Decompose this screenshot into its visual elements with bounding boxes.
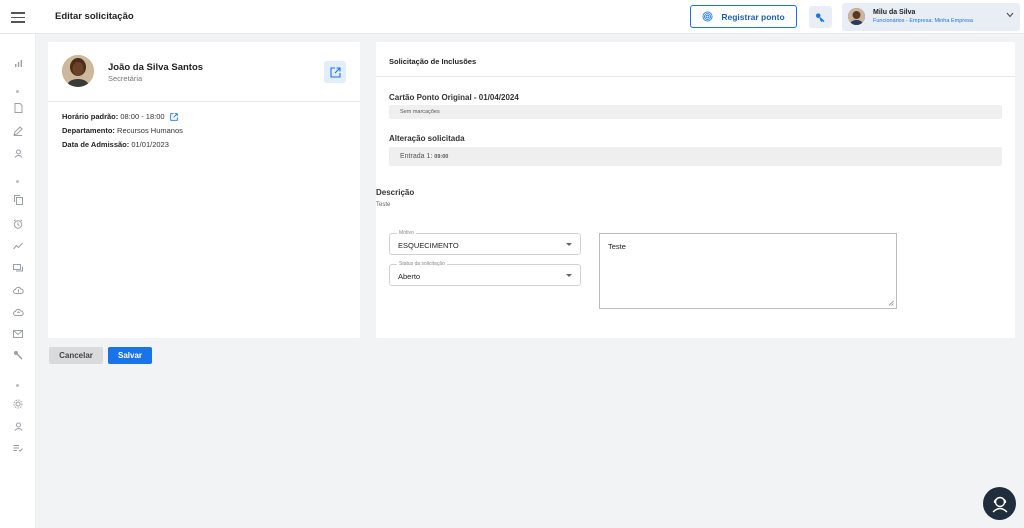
divider (376, 76, 1015, 77)
avatar (848, 8, 865, 25)
fingerprint-icon (702, 11, 713, 22)
trend-icon[interactable] (10, 239, 26, 253)
chat-icon[interactable] (10, 261, 26, 275)
menu-icon[interactable] (10, 9, 26, 25)
department-row: Departamento: Recursos Humanos (62, 126, 183, 135)
employee-photo (62, 55, 94, 87)
schedule-value: 08:00 - 18:00 (120, 112, 165, 121)
comment-text: Teste (608, 242, 626, 251)
register-time-button[interactable]: Registrar ponto (690, 5, 797, 28)
department-label: Departamento: (62, 126, 115, 135)
save-button[interactable]: Salvar (108, 347, 152, 364)
divider (48, 101, 360, 102)
key-button[interactable] (809, 6, 832, 28)
sidebar-separator (16, 180, 19, 183)
dropdown-arrow-icon (566, 243, 572, 246)
support-button[interactable] (983, 487, 1016, 520)
pen-icon[interactable] (10, 124, 26, 138)
original-card-value-box: Sem marcações (389, 105, 1002, 119)
register-time-label: Registrar ponto (721, 11, 785, 22)
user-company: Funcionários - Empresa: Minha Empresa (873, 18, 973, 24)
original-card-label: Cartão Ponto Original - 01/04/2024 (389, 93, 519, 102)
alarm-icon[interactable] (10, 217, 26, 231)
admission-value: 01/01/2023 (131, 140, 169, 149)
schedule-label: Horário padrão: (62, 112, 119, 121)
page-title: Editar solicitação (55, 11, 134, 22)
status-select[interactable]: Status da solicitação Aberto (389, 261, 581, 286)
admission-row: Data de Admissão: 01/01/2023 (62, 140, 169, 149)
mail-icon[interactable] (10, 327, 26, 341)
user-icon[interactable] (10, 419, 26, 433)
key-icon[interactable] (10, 348, 26, 362)
cancel-button[interactable]: Cancelar (49, 347, 103, 364)
reason-legend: Motivo (397, 230, 416, 236)
request-title: Solicitação de Inclusões (389, 57, 477, 66)
sidebar (0, 34, 36, 528)
checklist-icon[interactable] (10, 441, 26, 455)
copy-icon[interactable] (10, 193, 26, 207)
requested-change-box: Entrada 1: 09:00 (389, 147, 1002, 166)
employee-role: Secretária (108, 74, 143, 83)
top-bar: Editar solicitação Registrar ponto Milu … (0, 0, 1024, 34)
chart-icon[interactable] (10, 56, 26, 70)
gear-icon[interactable] (10, 397, 26, 411)
dropdown-arrow-icon (566, 274, 572, 277)
employee-name: João da Silva Santos (108, 62, 204, 73)
sidebar-separator (16, 384, 19, 387)
open-profile-button[interactable] (324, 61, 346, 83)
requested-change-label: Alteração solicitada (389, 134, 465, 143)
support-agent-icon (992, 496, 1007, 513)
comment-textarea[interactable]: Teste (599, 233, 897, 309)
description-value: Teste (376, 202, 391, 208)
key-icon (815, 12, 825, 22)
chevron-down-icon (1006, 12, 1014, 18)
user-name: Milu da Silva (873, 9, 916, 16)
external-link-icon (329, 66, 341, 78)
department-value: Recursos Humanos (117, 126, 183, 135)
cloud-upload-icon[interactable] (10, 305, 26, 319)
cloud-icon[interactable] (10, 283, 26, 297)
user-menu[interactable]: Milu da Silva Funcionários - Empresa: Mi… (842, 3, 1020, 31)
admission-label: Data de Admissão: (62, 140, 130, 149)
request-card: Solicitação de Inclusões Cartão Ponto Or… (376, 42, 1015, 338)
description-label: Descrição (376, 188, 415, 197)
person-icon[interactable] (10, 146, 26, 160)
change-entry-time: 09:00 (434, 153, 449, 160)
document-icon[interactable] (10, 101, 26, 115)
schedule-row: Horário padrão: 08:00 - 18:00 (62, 112, 178, 121)
reason-value: ESQUECIMENTO (398, 241, 459, 250)
status-legend: Status da solicitação (397, 261, 447, 267)
original-card-value: Sem marcações (400, 109, 440, 115)
employee-card: João da Silva Santos Secretária Horário … (48, 42, 360, 338)
resize-grip-icon[interactable] (888, 300, 894, 306)
external-link-icon[interactable] (169, 113, 178, 121)
status-value: Aberto (398, 272, 421, 281)
change-entry-label: Entrada 1: (400, 153, 433, 160)
sidebar-separator (16, 90, 19, 93)
reason-select[interactable]: Motivo ESQUECIMENTO (389, 230, 581, 255)
